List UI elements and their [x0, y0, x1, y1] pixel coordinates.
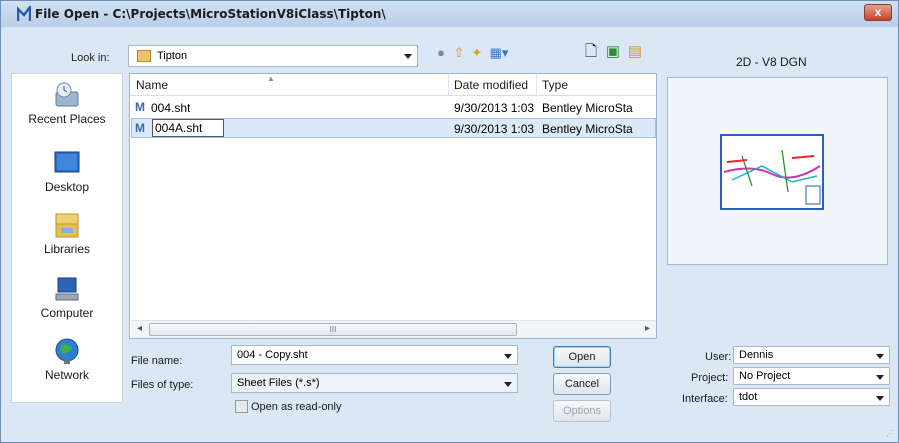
libraries-icon — [55, 213, 79, 238]
open-folder-icon[interactable]: ▤ — [625, 42, 645, 62]
network-icon — [55, 338, 79, 364]
tree-view-icon[interactable]: ▣ — [603, 42, 623, 62]
file-list[interactable]: ▲ Name Date modified Type M 004.sht 9/30… — [129, 73, 657, 339]
file-name-value: 004 - Copy.sht — [237, 349, 308, 361]
folder-icon — [137, 50, 151, 62]
file-type-value: Sheet Files (*.s*) — [237, 377, 320, 389]
chevron-down-icon[interactable] — [404, 54, 412, 59]
back-icon[interactable]: ● — [433, 45, 449, 61]
preview-pane — [667, 77, 888, 265]
look-in-label: Look in: — [71, 52, 110, 64]
user-value: Dennis — [739, 349, 774, 361]
file-type-cell: Bentley MicroSta — [542, 101, 633, 115]
scrollbar-thumb[interactable]: III — [149, 323, 517, 336]
close-button[interactable]: x — [864, 4, 892, 21]
column-divider[interactable] — [536, 74, 537, 96]
resize-grip-icon[interactable]: ⋰ — [886, 429, 894, 438]
new-folder-icon[interactable]: ✦ — [469, 45, 485, 61]
window-title: File Open - C:\Projects\MicroStationV8iC… — [35, 7, 386, 21]
scroll-right-icon[interactable]: ▸ — [645, 323, 650, 334]
interface-value: tdot — [739, 391, 758, 403]
place-recent-places[interactable]: Recent Places — [12, 80, 122, 126]
rename-input[interactable]: 004A.sht — [152, 119, 224, 137]
column-header-type[interactable]: Type — [542, 78, 568, 92]
column-divider[interactable] — [448, 74, 449, 96]
recent-places-icon — [55, 82, 79, 107]
place-desktop[interactable]: Desktop — [12, 148, 122, 194]
options-button: Options — [553, 400, 611, 422]
preview-drawing — [723, 149, 821, 205]
place-label: Libraries — [43, 242, 91, 256]
project-dropdown[interactable]: No Project — [733, 367, 890, 385]
places-sidebar: Recent Places Desktop Libraries Computer — [11, 73, 123, 403]
cancel-button[interactable]: Cancel — [553, 373, 611, 395]
open-button[interactable]: Open — [553, 346, 611, 368]
view-menu-icon[interactable]: ▦▾ — [487, 45, 511, 61]
place-label: Desktop — [44, 180, 90, 194]
sort-ascending-icon: ▲ — [267, 74, 275, 83]
place-network[interactable]: Network — [12, 336, 122, 382]
place-label: Recent Places — [28, 112, 106, 126]
user-label: User: — [705, 351, 732, 363]
preview-label: 2D - V8 DGN — [736, 55, 807, 69]
place-label: Computer — [40, 306, 94, 320]
file-row[interactable]: M 004.sht 9/30/2013 1:03 ... Bentley Mic… — [131, 98, 656, 118]
interface-dropdown[interactable]: tdot — [733, 388, 890, 406]
desktop-icon — [54, 151, 80, 173]
file-name-cell: 004.sht — [151, 101, 191, 115]
horizontal-scrollbar[interactable]: ◂ III ▸ — [131, 320, 656, 338]
scroll-left-icon[interactable]: ◂ — [137, 323, 142, 334]
chevron-down-icon[interactable] — [876, 354, 884, 359]
project-value: No Project — [739, 370, 791, 382]
design-preview-thumbnail — [720, 134, 824, 210]
sheet-file-icon: M — [135, 100, 145, 114]
look-in-dropdown[interactable]: Tipton — [128, 45, 418, 67]
file-name-label: File name: — [131, 355, 183, 367]
user-dropdown[interactable]: Dennis — [733, 346, 890, 364]
microstation-logo-icon — [17, 6, 31, 21]
place-libraries[interactable]: Libraries — [12, 210, 122, 256]
read-only-label[interactable]: Open as read-only — [251, 401, 342, 413]
place-label: Network — [44, 368, 89, 382]
project-label: Project: — [691, 372, 729, 384]
new-file-icon[interactable]: 🗋 — [581, 42, 601, 62]
place-computer[interactable]: Computer — [12, 274, 122, 320]
up-folder-icon[interactable]: ⇧ — [451, 45, 467, 61]
file-row-selected[interactable]: M 004A.sht 9/30/2013 1:03 ... Bentley Mi… — [131, 118, 656, 138]
file-name-input[interactable]: 004 - Copy.sht — [231, 345, 518, 365]
file-type-cell: Bentley MicroSta — [542, 122, 633, 136]
chevron-down-icon[interactable] — [504, 382, 512, 387]
file-list-header: ▲ Name Date modified Type — [130, 74, 656, 96]
file-date-cell: 9/30/2013 1:03 ... — [454, 101, 534, 115]
look-in-value: Tipton — [157, 50, 188, 62]
file-date-cell: 9/30/2013 1:03 ... — [454, 122, 534, 136]
interface-label: Interface: — [682, 393, 728, 405]
column-header-name[interactable]: Name — [136, 78, 168, 92]
computer-icon — [55, 277, 79, 301]
file-open-dialog: File Open - C:\Projects\MicroStationV8iC… — [0, 0, 899, 443]
chevron-down-icon[interactable] — [876, 396, 884, 401]
title-bar[interactable]: File Open - C:\Projects\MicroStationV8iC… — [1, 1, 898, 27]
file-type-label: Files of type: — [131, 379, 194, 391]
read-only-checkbox[interactable] — [235, 400, 248, 413]
column-header-date-modified[interactable]: Date modified — [454, 78, 528, 92]
chevron-down-icon[interactable] — [876, 375, 884, 380]
sheet-file-icon: M — [135, 121, 145, 135]
chevron-down-icon[interactable] — [504, 354, 512, 359]
file-type-dropdown[interactable]: Sheet Files (*.s*) — [231, 373, 518, 393]
